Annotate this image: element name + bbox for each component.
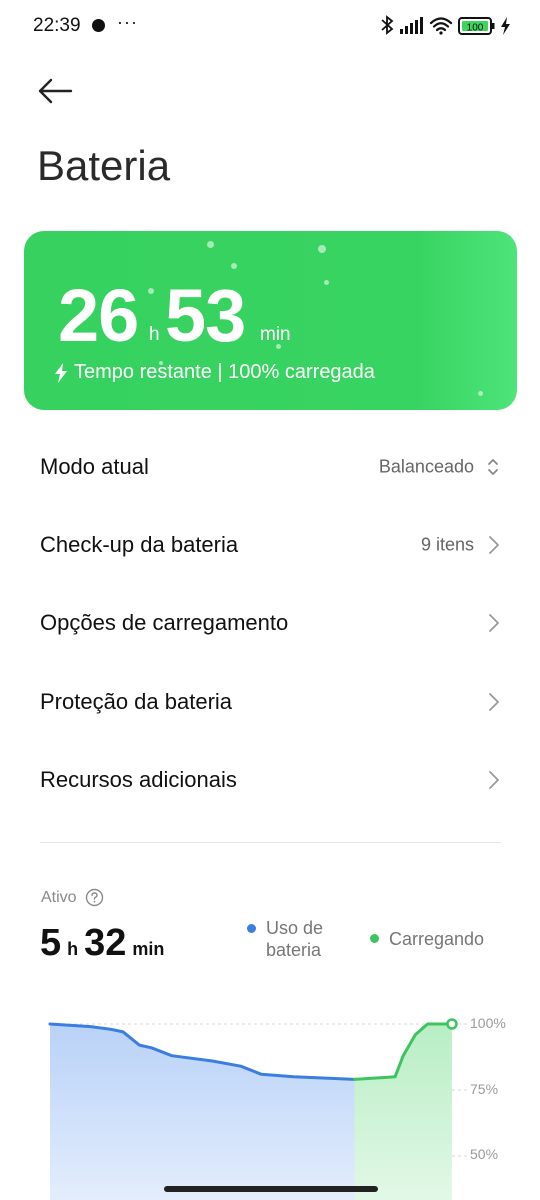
legend-label-line2: bateria (266, 940, 322, 960)
decor-bubble (324, 280, 329, 285)
active-minutes: 32 (84, 922, 127, 964)
decor-bubble (318, 245, 326, 253)
y-tick-label: 50% (470, 1146, 499, 1162)
menu-value: Balanceado (378, 456, 474, 477)
menu-label: Recursos adicionais (40, 767, 237, 792)
remaining-minutes-unit: min (260, 324, 291, 345)
active-time-value: 5 h 32 min (40, 922, 170, 965)
more-notifications-icon: ··· (117, 12, 138, 32)
wifi-icon (429, 17, 453, 35)
back-button[interactable] (38, 74, 74, 108)
menu-label: Modo atual (40, 454, 149, 479)
menu-row-battery-checkup[interactable]: Check-up da bateria 9 itens (0, 506, 540, 584)
y-tick-label: 75% (470, 1081, 499, 1097)
series-area-0 (50, 1024, 355, 1200)
up-down-chevron-icon (488, 459, 498, 475)
remaining-hours: 26 (58, 274, 139, 357)
signal-icon (400, 17, 423, 34)
chevron-right-icon (489, 693, 499, 711)
battery-remaining-card[interactable]: 26 h 53 min Tempo restante | 100% carreg… (24, 231, 517, 410)
bluetooth-icon (381, 15, 394, 35)
charging-bolt-icon (501, 17, 510, 35)
help-icon[interactable] (85, 888, 104, 907)
battery-usage-chart (48, 1018, 468, 1200)
series-area-1 (354, 1024, 452, 1200)
menu-label: Check-up da bateria (40, 532, 239, 557)
status-time: 22:39 (33, 15, 81, 36)
menu-label: Opções de carregamento (40, 610, 289, 635)
active-hours: 5 (40, 922, 62, 964)
status-bar: 22:39 ··· 100 (0, 0, 540, 52)
legend-dot-green (370, 934, 379, 943)
menu-row-current-mode[interactable]: Modo atual Balanceado (0, 428, 540, 506)
chevron-right-icon (489, 536, 499, 554)
current-point-marker (446, 1018, 458, 1030)
remaining-hours-unit: h (149, 324, 160, 345)
notification-dot-icon (92, 19, 105, 32)
legend-label-line1: Uso de (266, 918, 324, 938)
back-arrow-icon (38, 78, 73, 104)
y-tick-label: 100% (470, 1015, 506, 1031)
page-title: Bateria (37, 142, 171, 189)
remaining-minutes: 53 (165, 274, 246, 357)
active-minutes-unit: min (132, 939, 165, 959)
decor-bubble (231, 263, 237, 269)
remaining-subtitle-text: Tempo restante | 100% carregada (74, 361, 375, 383)
home-indicator[interactable] (164, 1186, 378, 1192)
active-time-header: Ativo (41, 888, 104, 907)
section-divider (40, 842, 501, 843)
status-icons: 100 (379, 14, 514, 38)
legend-label: Carregando (389, 929, 485, 949)
decor-bubble (148, 288, 154, 294)
decor-bubble (478, 391, 483, 396)
decor-bubble (207, 241, 214, 248)
active-label: Ativo (41, 888, 77, 906)
menu-row-additional-features[interactable]: Recursos adicionais (0, 741, 540, 819)
menu-label: Proteção da bateria (40, 689, 233, 714)
chevron-right-icon (489, 614, 499, 632)
lightning-icon (55, 362, 67, 383)
chevron-right-icon (489, 771, 499, 789)
menu-row-battery-protection[interactable]: Proteção da bateria (0, 663, 540, 741)
menu-value: 9 itens (420, 534, 474, 555)
legend-dot-blue (247, 924, 256, 933)
active-hours-unit: h (67, 939, 79, 959)
legend-battery-usage: Uso de bateria (247, 917, 323, 961)
legend-charging: Carregando (370, 929, 484, 950)
remaining-subtitle: Tempo restante | 100% carregada (54, 361, 375, 384)
menu-row-charging-options[interactable]: Opções de carregamento (0, 584, 540, 662)
battery-icon: 100 (458, 17, 495, 35)
battery-level-text: 100 (467, 22, 484, 33)
